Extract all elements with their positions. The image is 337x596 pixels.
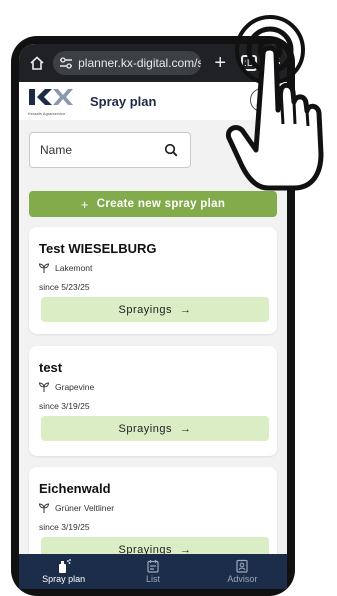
company-logo: Kessels Agrarservice <box>28 86 74 116</box>
address-bar[interactable]: planner.kx-digital.com/s| <box>52 51 202 75</box>
search-box[interactable] <box>29 132 191 168</box>
variety-label: Grüner Veltliner <box>55 503 115 513</box>
calendar-icon <box>147 560 159 573</box>
arrow-right-icon: → <box>179 303 192 316</box>
nav-item-advisor[interactable]: Advisor <box>198 554 287 589</box>
logo-caption: Kessels Agrarservice <box>28 111 66 116</box>
nav-label: Advisor <box>227 574 258 584</box>
plant-icon <box>39 263 49 273</box>
nav-item-spray-plan[interactable]: Spray plan <box>19 554 108 589</box>
create-button-label: Create new spray plan <box>96 198 226 210</box>
spray-plan-card[interactable]: Test WIESELBURG Lakemont since 5/23/25 S… <box>29 227 277 334</box>
variety-label: Lakemont <box>55 263 93 273</box>
plan-name: Test WIESELBURG <box>39 241 157 256</box>
sprayings-button[interactable]: Sprayings → <box>41 416 269 441</box>
plan-variety: Grapevine <box>39 382 94 392</box>
plant-icon <box>39 503 49 513</box>
plant-icon <box>39 382 49 392</box>
plan-name: test <box>39 360 63 375</box>
spray-plan-card[interactable]: test Grapevine since 3/19/25 Sprayings → <box>29 346 277 456</box>
variety-label: Grapevine <box>55 382 95 392</box>
plan-since-date: since 5/23/25 <box>39 282 90 292</box>
tap-gesture-hand-icon <box>226 15 324 191</box>
nav-label: List <box>145 574 160 584</box>
nav-item-list[interactable]: List <box>108 554 197 589</box>
site-settings-icon[interactable] <box>59 57 74 69</box>
advisor-icon <box>236 559 248 573</box>
page-title: Spray plan <box>90 93 157 109</box>
arrow-right-icon: → <box>179 422 192 435</box>
bottom-navigation: Spray plan List Advisor <box>19 554 287 589</box>
spray-icon <box>58 559 71 573</box>
plan-since-date: since 3/19/25 <box>39 522 90 532</box>
nav-label: Spray plan <box>42 574 86 584</box>
home-icon[interactable] <box>27 53 47 73</box>
sprayings-button-label: Sprayings <box>118 422 172 435</box>
sprayings-button[interactable]: Sprayings → <box>41 297 269 322</box>
plan-since-date: since 3/19/25 <box>39 401 90 411</box>
url-text: planner.kx-digital.com/s| <box>78 56 202 70</box>
plan-variety: Grüner Veltliner <box>39 503 114 513</box>
search-icon[interactable] <box>164 143 178 157</box>
plan-name: Eichenwald <box>39 481 111 496</box>
search-input[interactable] <box>38 142 162 158</box>
sprayings-button-label: Sprayings <box>118 303 172 316</box>
plus-icon: + <box>80 196 89 212</box>
logo-mark <box>29 89 73 105</box>
plan-variety: Lakemont <box>39 263 92 273</box>
